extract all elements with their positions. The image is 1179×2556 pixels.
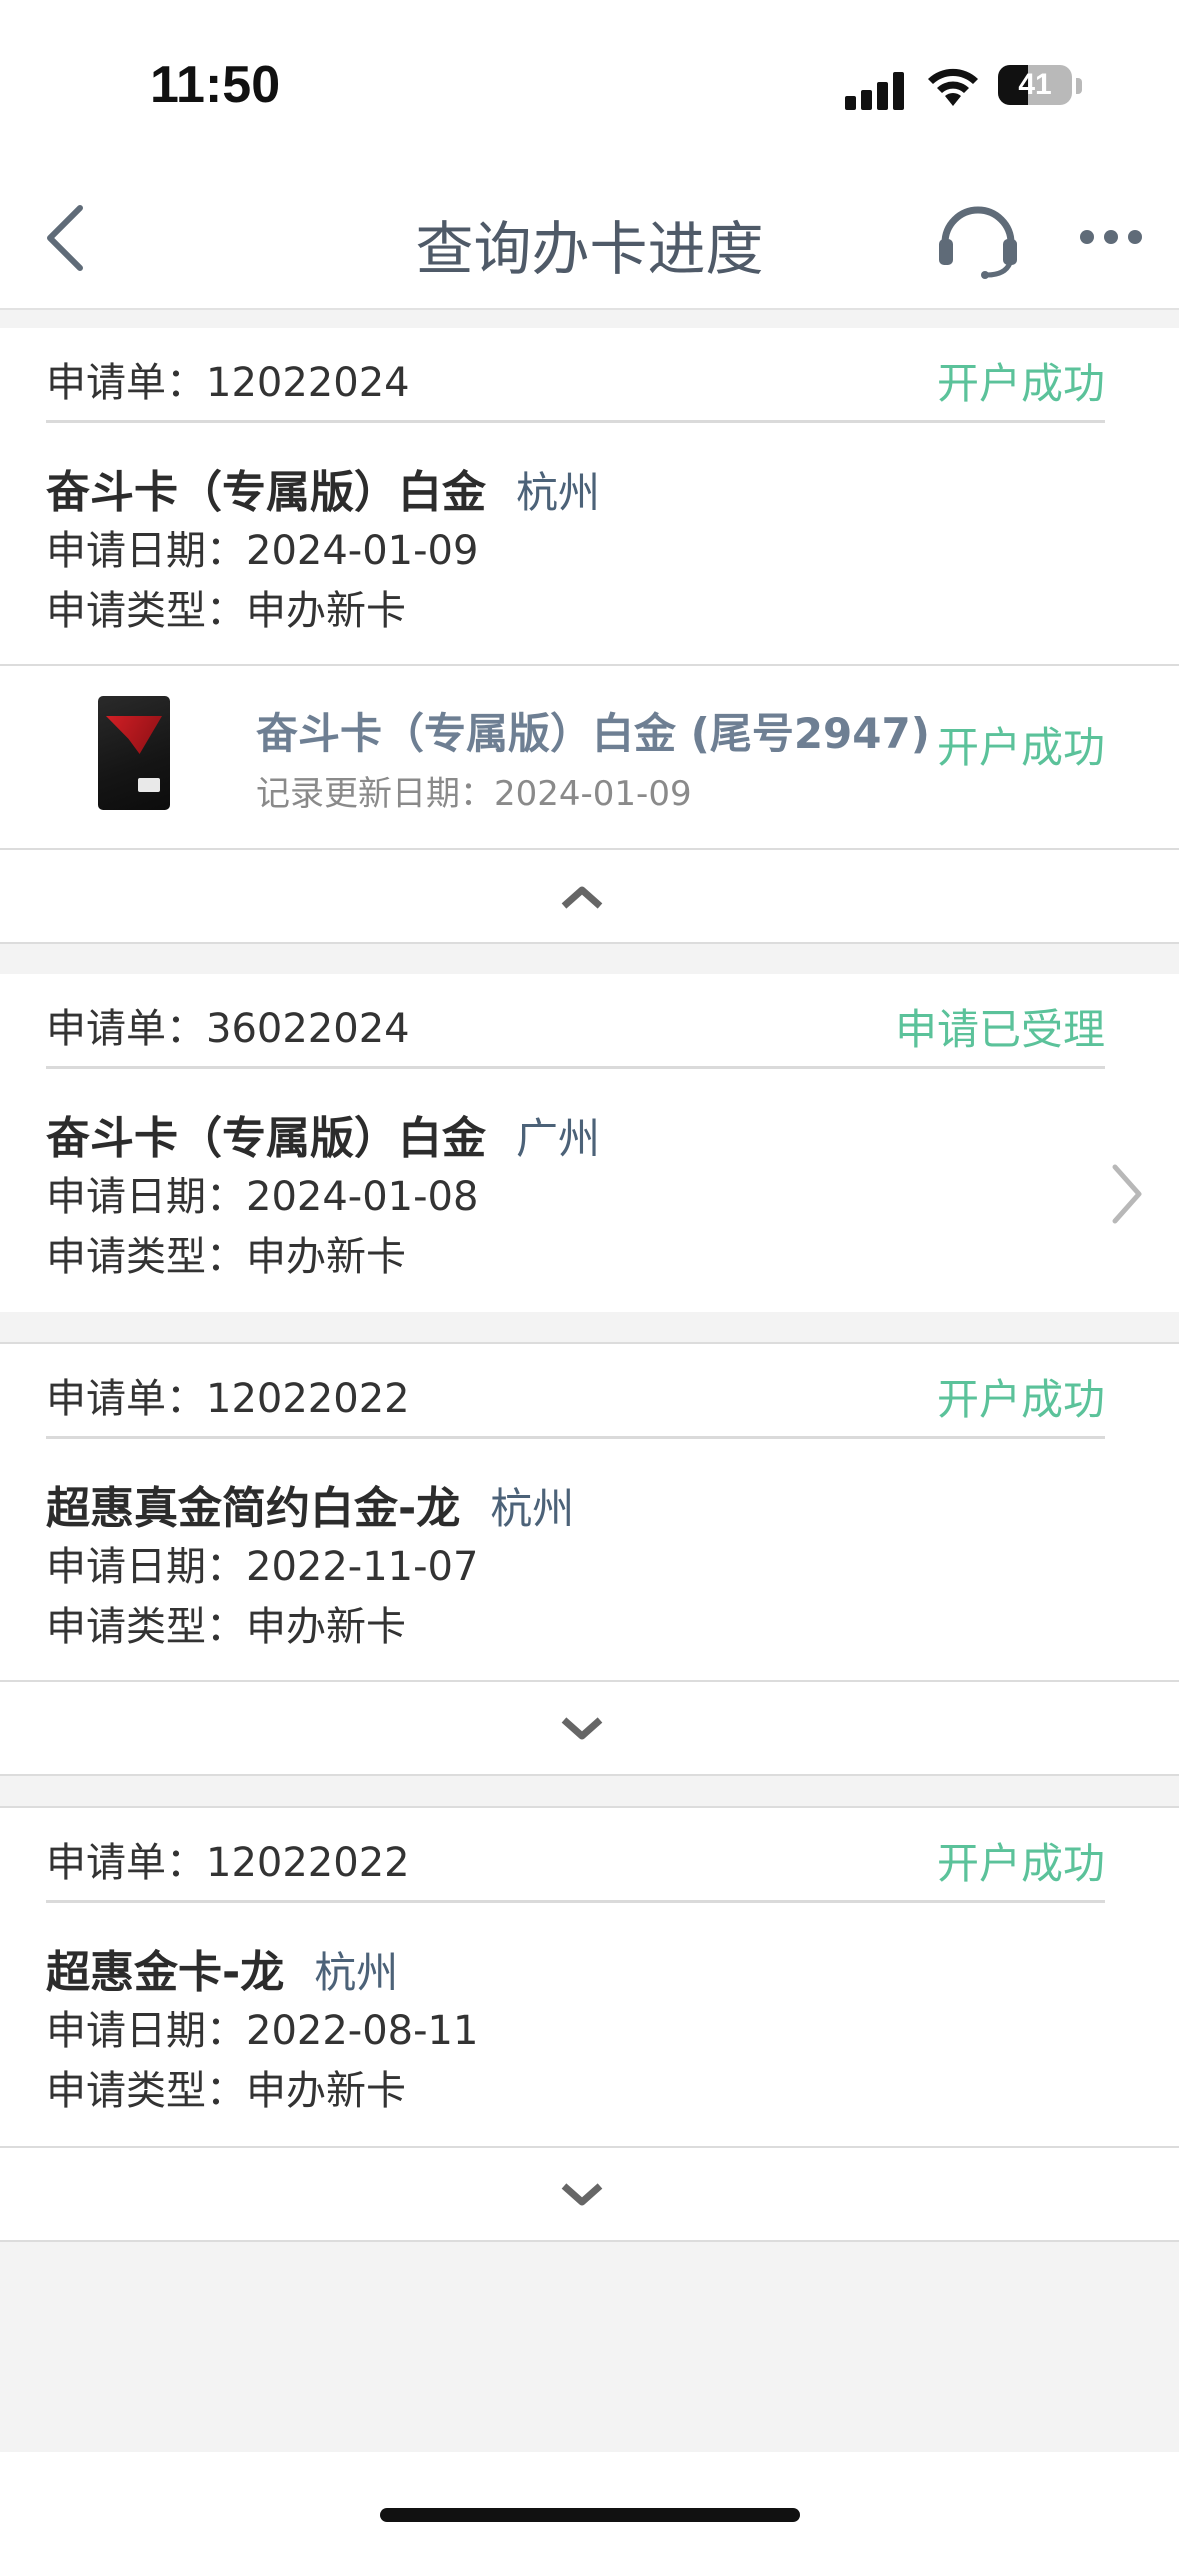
battery-icon: 41 (998, 65, 1072, 105)
section-gap (0, 1776, 1179, 1806)
expand-toggle[interactable] (0, 1680, 1179, 1776)
issued-card-status: 开户成功 (936, 723, 1105, 772)
order-number: 申请单：12022024 (46, 360, 410, 406)
city-label: 广州 (516, 1114, 601, 1163)
city-label: 杭州 (314, 1948, 399, 1997)
section-gap (0, 310, 1179, 328)
apply-date: 申请日期：2024-01-09 (46, 528, 479, 574)
chevron-down-icon (561, 2183, 603, 2206)
chevron-up-icon (561, 886, 603, 909)
headset-icon[interactable] (935, 195, 1021, 279)
nav-bar: 查询办卡进度 (0, 160, 1179, 310)
issued-card-title: 奋斗卡（专属版）白金 (尾号2947) (256, 709, 930, 758)
status-badge: 开户成功 (936, 1839, 1105, 1888)
city-label: 杭州 (516, 468, 601, 517)
product-name: 超惠金卡-龙 杭州 (46, 1947, 399, 1998)
status-badge: 开户成功 (936, 1375, 1105, 1424)
application-card[interactable]: 申请单：12022022 开户成功 超惠真金简约白金-龙 杭州 申请日期：2022… (0, 1342, 1179, 1680)
issued-card-row[interactable]: 奋斗卡（专属版）白金 (尾号2947) 记录更新日期：2024-01-09 开户… (0, 664, 1179, 848)
application-header: 申请单：12022024 开户成功 (46, 328, 1105, 423)
apply-date: 申请日期：2022-11-07 (46, 1544, 479, 1590)
status-badge: 开户成功 (936, 359, 1105, 408)
apply-type: 申请类型：申办新卡 (46, 1604, 406, 1650)
section-gap (0, 944, 1179, 974)
application-header: 申请单：12022022 开户成功 (46, 1808, 1105, 1903)
order-number: 申请单：36022024 (46, 1006, 410, 1052)
product-name: 奋斗卡（专属版）白金 杭州 (46, 467, 601, 518)
apply-date: 申请日期：2022-08-11 (46, 2008, 479, 2054)
apply-type: 申请类型：申办新卡 (46, 588, 406, 634)
apply-type: 申请类型：申办新卡 (46, 2068, 406, 2114)
wifi-icon (928, 68, 978, 106)
more-dots-icon[interactable] (1080, 228, 1144, 248)
credit-card-thumbnail (98, 696, 170, 810)
battery-percent: 41 (1018, 68, 1052, 101)
home-indicator[interactable] (380, 2508, 800, 2522)
battery-tip (1076, 78, 1082, 94)
status-badge: 申请已受理 (894, 1005, 1105, 1054)
status-bar: 11:50 41 (0, 0, 1179, 160)
application-header: 申请单：12022022 开户成功 (46, 1344, 1105, 1439)
application-card[interactable]: 申请单：36022024 申请已受理 奋斗卡（专属版）白金 广州 申请日期：202… (0, 974, 1179, 1312)
section-gap (0, 1312, 1179, 1342)
expand-toggle[interactable] (0, 2146, 1179, 2242)
chevron-down-icon (561, 1717, 603, 1740)
status-time: 11:50 (150, 56, 281, 114)
issued-card-update-date: 记录更新日期：2024-01-09 (256, 774, 692, 814)
product-name: 奋斗卡（专属版）白金 广州 (46, 1113, 601, 1164)
chevron-right-icon[interactable] (1107, 1159, 1147, 1229)
home-indicator-area (0, 2452, 1179, 2556)
collapse-toggle[interactable] (0, 848, 1179, 944)
apply-type: 申请类型：申办新卡 (46, 1234, 406, 1280)
product-name: 超惠真金简约白金-龙 杭州 (46, 1483, 575, 1534)
order-number: 申请单：12022022 (46, 1840, 410, 1886)
order-number: 申请单：12022022 (46, 1376, 410, 1422)
city-label: 杭州 (490, 1484, 575, 1533)
cellular-signal-icon (845, 70, 907, 110)
application-header: 申请单：36022024 申请已受理 (46, 974, 1105, 1069)
apply-date: 申请日期：2024-01-08 (46, 1174, 479, 1220)
application-card[interactable]: 申请单：12022024 开户成功 奋斗卡（专属版）白金 杭州 申请日期：2024… (0, 328, 1179, 664)
application-card[interactable]: 申请单：12022022 开户成功 超惠金卡-龙 杭州 申请日期：2022-08-… (0, 1806, 1179, 2146)
